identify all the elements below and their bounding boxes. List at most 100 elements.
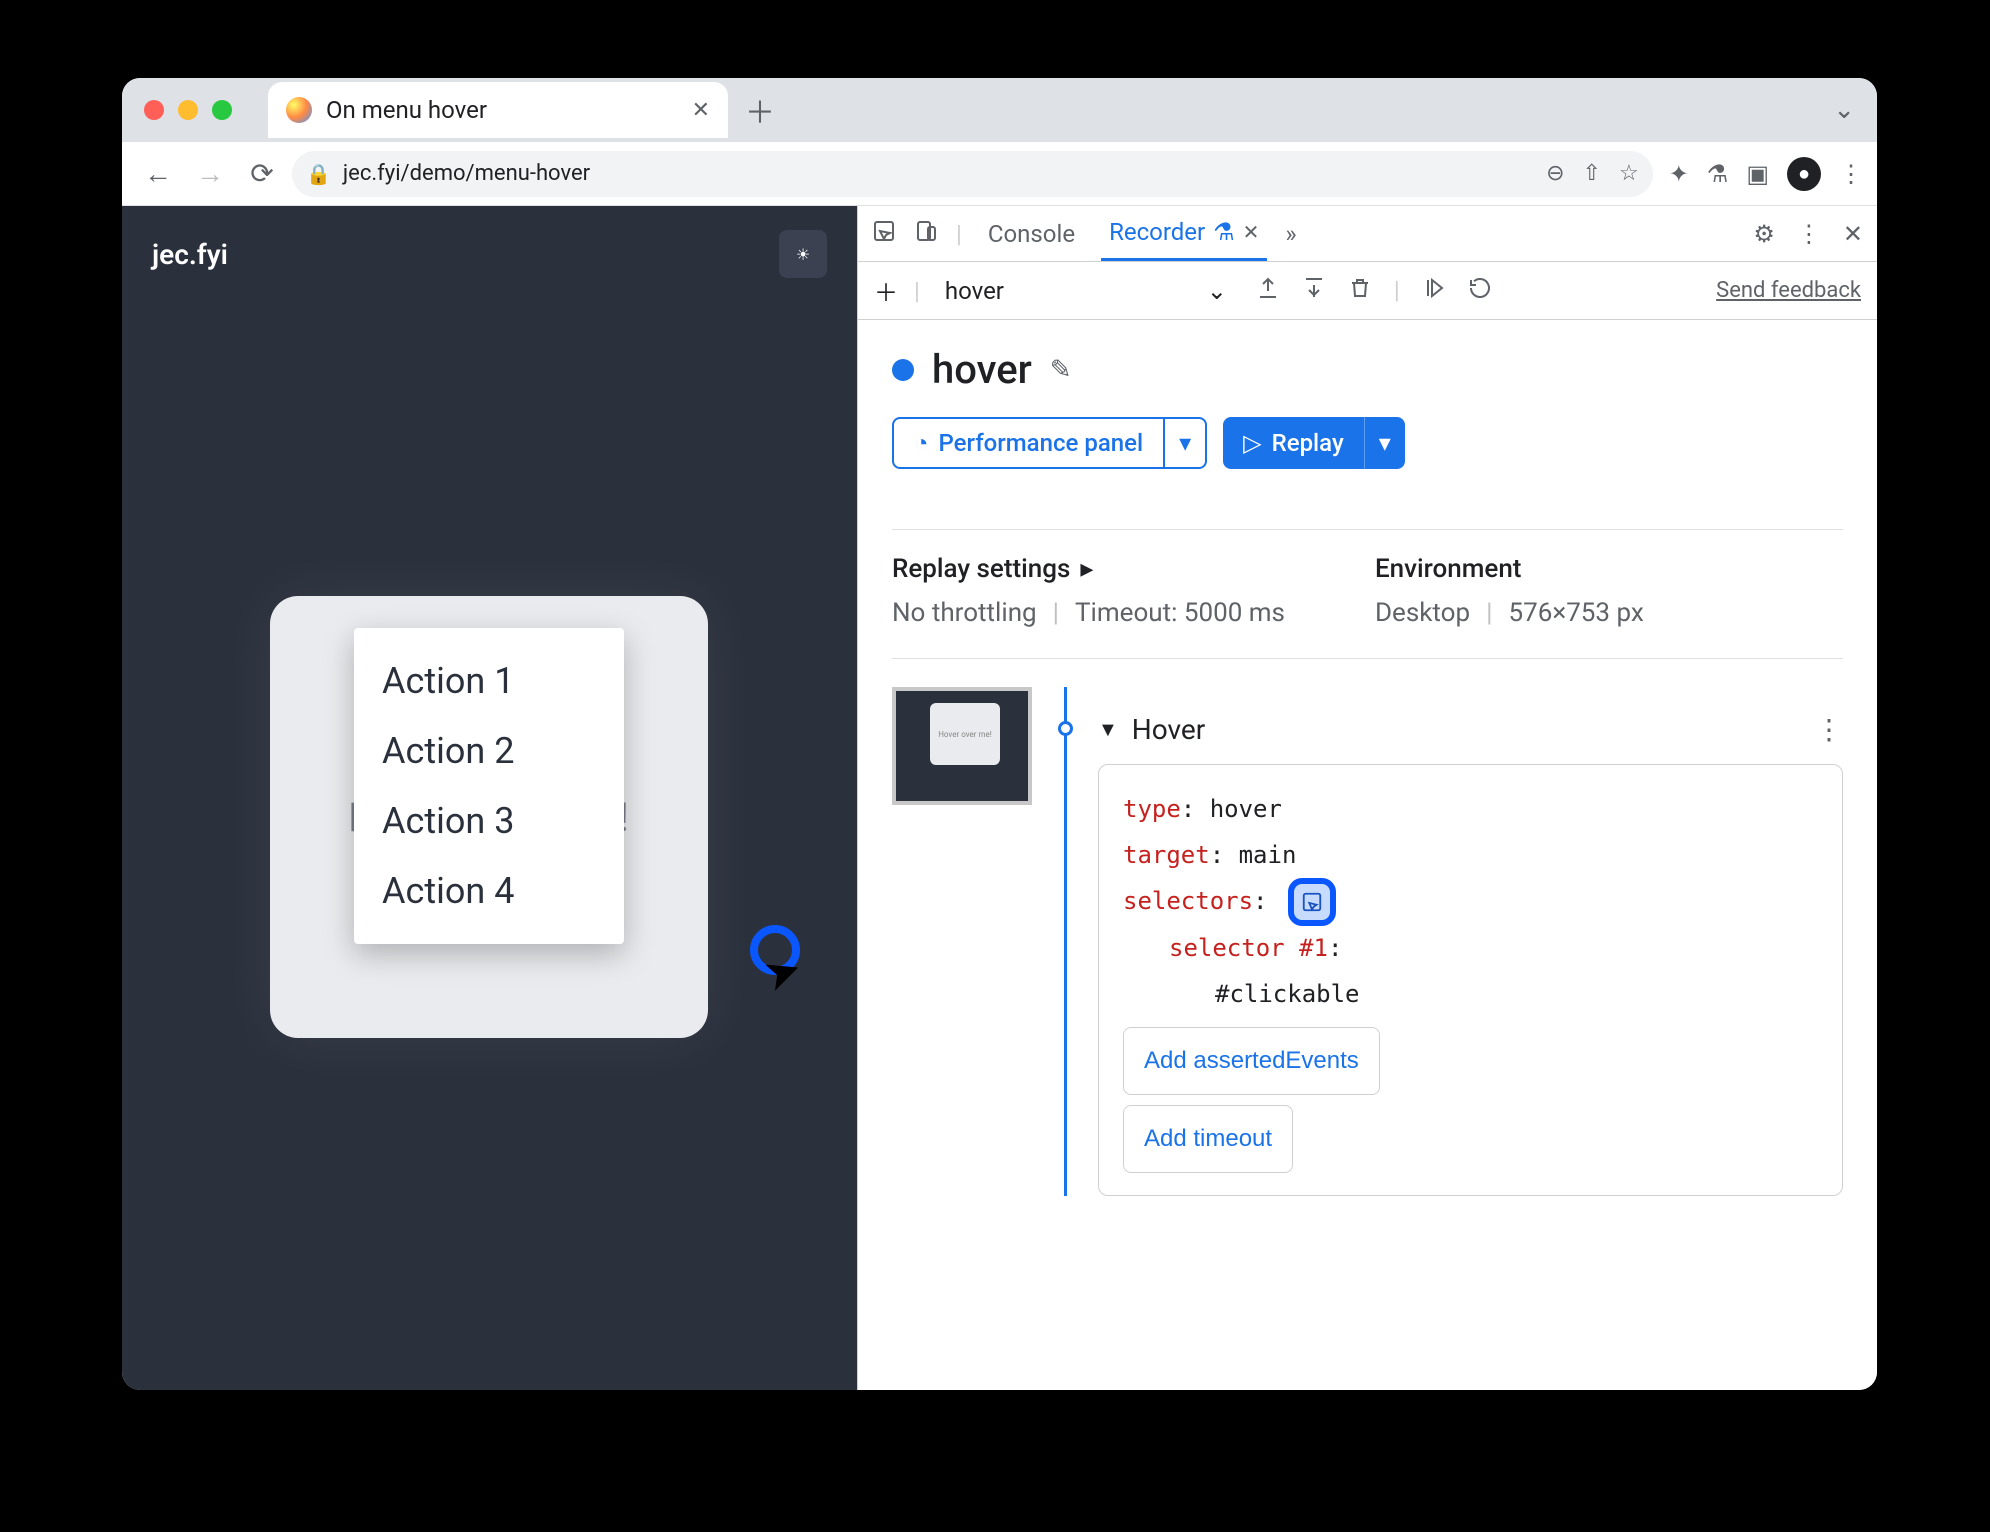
- timeline-node-icon: [1058, 721, 1073, 736]
- export-icon[interactable]: [1256, 276, 1280, 306]
- replay-settings-heading: Replay settings: [892, 554, 1070, 584]
- close-window-button[interactable]: [144, 100, 164, 120]
- action-buttons: ◔ Performance panel ▾ ▷ Replay ▾: [892, 417, 1843, 469]
- step-menu-button[interactable]: ⋮: [1815, 713, 1843, 746]
- edit-icon[interactable]: ✎: [1050, 355, 1072, 385]
- performance-panel-button[interactable]: ◔ Performance panel ▾: [892, 417, 1207, 469]
- import-icon[interactable]: [1302, 276, 1326, 306]
- performance-panel-label: Performance panel: [939, 429, 1144, 457]
- lock-icon: 🔒: [306, 162, 331, 186]
- close-tab-icon[interactable]: ✕: [1243, 220, 1260, 244]
- recording-select[interactable]: hover ⌄: [936, 272, 1236, 310]
- share-icon[interactable]: ⇧: [1583, 161, 1601, 186]
- new-recording-button[interactable]: ＋: [874, 273, 898, 308]
- side-panel-icon[interactable]: ▣: [1746, 160, 1769, 188]
- chevron-down-icon: ⌄: [1207, 277, 1227, 305]
- recorder-toolbar: ＋ | hover ⌄ |: [858, 262, 1877, 320]
- recording-title-row: hover ✎: [892, 346, 1843, 393]
- maximize-window-button[interactable]: [212, 100, 232, 120]
- menu-item[interactable]: Action 1: [354, 646, 624, 716]
- window-controls: [144, 100, 232, 120]
- address-bar[interactable]: 🔒 jec.fyi/demo/menu-hover ⊖ ⇧ ☆: [292, 151, 1653, 197]
- slow-replay-icon[interactable]: [1468, 276, 1492, 306]
- labs-icon[interactable]: ⚗: [1707, 160, 1729, 188]
- tab-console-label: Console: [988, 220, 1075, 248]
- toolbar: ← → ⟳ 🔒 jec.fyi/demo/menu-hover ⊖ ⇧ ☆ ✦ …: [122, 142, 1877, 206]
- profile-avatar[interactable]: ●: [1787, 157, 1821, 191]
- selector-value[interactable]: #clickable: [1215, 980, 1360, 1008]
- timeline: Hover over me! ▼ Hover ⋮ type: hover: [892, 687, 1843, 1196]
- step-icon[interactable]: [1422, 276, 1446, 306]
- menu-item[interactable]: Action 3: [354, 786, 624, 856]
- send-feedback-link[interactable]: Send feedback: [1716, 278, 1861, 303]
- element-picker-button[interactable]: [1288, 878, 1336, 926]
- devtools-panel: | Console Recorder ⚗ ✕ » ⚙ ⋮ ✕ ＋: [857, 206, 1877, 1390]
- screenshot-thumbnail[interactable]: Hover over me!: [892, 687, 1032, 805]
- dropdown-menu: Action 1 Action 2 Action 3 Action 4: [354, 628, 624, 944]
- omnibox-actions: ⊖ ⇧ ☆: [1546, 161, 1639, 186]
- tabs-menu-button[interactable]: ⌄: [1833, 95, 1855, 125]
- step-header[interactable]: ▼ Hover ⋮: [1098, 687, 1843, 746]
- zoom-icon[interactable]: ⊖: [1546, 161, 1564, 186]
- settings-icon[interactable]: ⚙: [1753, 220, 1775, 248]
- tab-console[interactable]: Console: [980, 206, 1083, 261]
- labs-icon: ⚗: [1213, 218, 1235, 246]
- recording-status-dot-icon: [892, 359, 914, 381]
- replay-button[interactable]: ▷ Replay ▾: [1223, 417, 1405, 469]
- tab-recorder[interactable]: Recorder ⚗ ✕: [1101, 206, 1267, 261]
- timeline-column: ▼ Hover ⋮ type: hover target: main: [1058, 687, 1843, 1196]
- devtools-tabstrip: | Console Recorder ⚗ ✕ » ⚙ ⋮ ✕: [858, 206, 1877, 262]
- titlebar: On menu hover ✕ ＋ ⌄: [122, 78, 1877, 142]
- page-header: jec.fyi ☀: [122, 206, 857, 302]
- more-tabs-icon[interactable]: »: [1285, 220, 1296, 248]
- timeline-line: [1064, 687, 1067, 1196]
- throttling-value: No throttling: [892, 598, 1037, 628]
- sun-icon: ☀: [796, 245, 810, 264]
- cursor-icon: ➤: [756, 941, 808, 1002]
- recording-title: hover: [932, 346, 1032, 393]
- step-name: Hover: [1132, 713, 1205, 746]
- menu-item[interactable]: Action 2: [354, 716, 624, 786]
- site-name: jec.fyi: [152, 238, 228, 271]
- bookmark-icon[interactable]: ☆: [1619, 161, 1639, 186]
- gauge-icon: ◔: [914, 429, 929, 458]
- back-button[interactable]: ←: [136, 152, 180, 196]
- collapse-icon[interactable]: ▼: [1098, 717, 1118, 742]
- minimize-window-button[interactable]: [178, 100, 198, 120]
- device-toolbar-icon[interactable]: [914, 219, 938, 249]
- prop-key-target: target: [1123, 841, 1210, 869]
- theme-toggle-button[interactable]: ☀: [779, 230, 827, 278]
- forward-button[interactable]: →: [188, 152, 232, 196]
- delete-icon[interactable]: [1348, 276, 1372, 306]
- step-details: type: hover target: main selectors:: [1098, 764, 1843, 1196]
- browser-window: On menu hover ✕ ＋ ⌄ ← → ⟳ 🔒 jec.fyi/demo…: [122, 78, 1877, 1390]
- close-tab-button[interactable]: ✕: [692, 98, 710, 123]
- menu-item[interactable]: Action 4: [354, 856, 624, 926]
- environment-heading: Environment: [1375, 554, 1521, 584]
- tab-recorder-label: Recorder: [1109, 218, 1205, 246]
- recorder-body: hover ✎ ◔ Performance panel ▾ ▷: [858, 320, 1877, 1390]
- replay-dropdown-button[interactable]: ▾: [1364, 417, 1405, 469]
- play-icon: ▷: [1243, 429, 1261, 457]
- chevron-right-icon: ▸: [1080, 554, 1093, 584]
- new-tab-button[interactable]: ＋: [738, 88, 782, 132]
- browser-tab[interactable]: On menu hover ✕: [268, 82, 728, 138]
- viewport-value: 576×753 px: [1508, 598, 1643, 628]
- timeout-value: Timeout: 5000 ms: [1075, 598, 1285, 628]
- close-devtools-icon[interactable]: ✕: [1843, 220, 1863, 248]
- prop-val-target[interactable]: main: [1239, 841, 1297, 869]
- chrome-menu-button[interactable]: ⋮: [1839, 160, 1863, 188]
- inspect-element-icon[interactable]: [872, 219, 896, 249]
- replay-label: Replay: [1272, 429, 1344, 457]
- prop-val-type[interactable]: hover: [1210, 795, 1282, 823]
- replay-settings-section[interactable]: Replay settings ▸ No throttling | Timeou…: [892, 554, 1285, 628]
- environment-section: Environment Desktop | 576×753 px: [1375, 554, 1644, 628]
- performance-dropdown-button[interactable]: ▾: [1163, 419, 1205, 467]
- reload-button[interactable]: ⟳: [240, 152, 284, 196]
- add-timeout-button[interactable]: Add timeout: [1123, 1105, 1293, 1173]
- url-text: jec.fyi/demo/menu-hover: [343, 161, 590, 186]
- add-asserted-events-button[interactable]: Add assertedEvents: [1123, 1027, 1380, 1095]
- selector-label: selector #1: [1169, 934, 1328, 962]
- devtools-menu-icon[interactable]: ⋮: [1797, 220, 1821, 248]
- extensions-icon[interactable]: ✦: [1669, 160, 1689, 188]
